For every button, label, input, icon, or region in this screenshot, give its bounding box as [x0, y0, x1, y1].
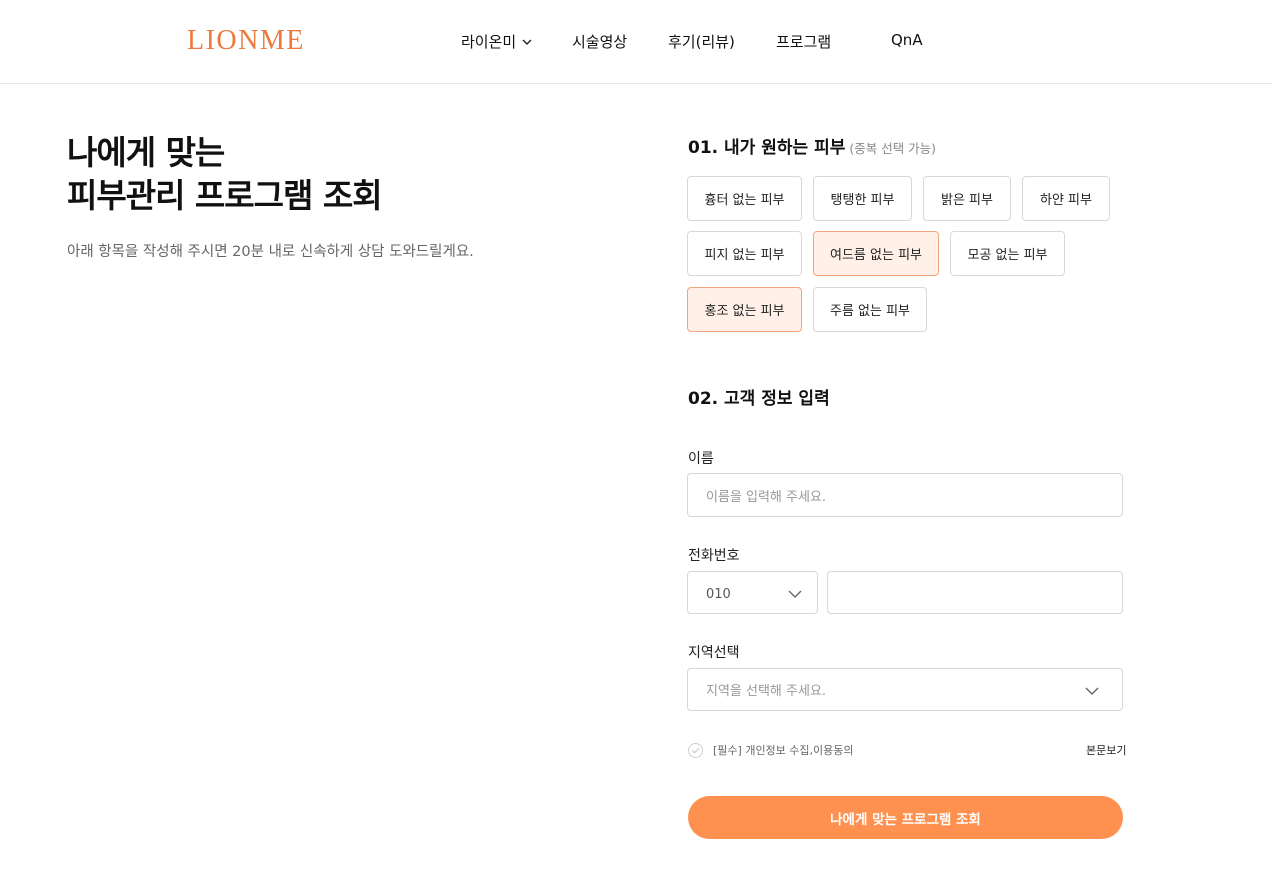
nav-item-qna[interactable]: QnA [891, 31, 923, 49]
section-skin-goals-title: 01. 내가 원하는 피부 (중복 선택 가능) [688, 133, 936, 158]
section-title-note: (중복 선택 가능) [849, 141, 937, 156]
section-customer-info-title: 02. 고객 정보 입력 [688, 389, 830, 409]
skin-option-chip[interactable]: 밝은 피부 [923, 176, 1011, 221]
chip-label: 흉터 없는 피부 [704, 193, 785, 208]
phone-prefix-value: 010 [706, 587, 731, 602]
chevron-down-icon [1085, 687, 1099, 695]
privacy-agree-text: [필수] 개인정보 수집,이용동의 [713, 744, 854, 757]
nav-item-label: QnA [891, 31, 923, 49]
nav-item-videos[interactable]: 시술영상 [572, 31, 627, 52]
submit-label: 나에게 맞는 프로그램 조회 [830, 811, 981, 828]
section-title-text: 01. 내가 원하는 피부 [688, 138, 846, 158]
nav-item-programs[interactable]: 프로그램 [776, 31, 831, 52]
nav-item-label: 후기(리뷰) [668, 33, 735, 51]
name-input[interactable]: 이름을 입력해 주세요. [687, 473, 1123, 517]
privacy-agreement-row: [필수] 개인정보 수집,이용동의 [688, 742, 854, 758]
nav-item-about[interactable]: 라이온미 [461, 31, 533, 52]
region-select[interactable]: 지역을 선택해 주세요. [687, 668, 1123, 711]
page-title-line2: 피부관리 프로그램 조회 [67, 176, 383, 215]
skin-option-chip[interactable]: 피지 없는 피부 [687, 231, 802, 276]
page-title-line1: 나에게 맞는 [67, 133, 225, 172]
chip-label: 하얀 피부 [1040, 193, 1092, 208]
region-placeholder: 지역을 선택해 주세요. [706, 684, 827, 699]
submit-program-search-button[interactable]: 나에게 맞는 프로그램 조회 [688, 796, 1123, 839]
skin-option-chip[interactable]: 탱탱한 피부 [813, 176, 912, 221]
chip-label: 밝은 피부 [941, 193, 993, 208]
phone-prefix-select[interactable]: 010 [687, 571, 818, 614]
lionme-logo[interactable]: LIONME [187, 25, 305, 57]
page-subtitle: 아래 항목을 작성해 주시면 20분 내로 신속하게 상담 도와드릴게요. [67, 244, 474, 260]
name-label: 이름 [688, 451, 714, 467]
chip-label: 홍조 없는 피부 [704, 304, 785, 319]
chevron-down-icon [522, 39, 532, 45]
skin-option-chip-selected[interactable]: 여드름 없는 피부 [813, 231, 939, 276]
check-icon [691, 747, 700, 754]
skin-option-chip[interactable]: 모공 없는 피부 [950, 231, 1065, 276]
name-placeholder: 이름을 입력해 주세요. [706, 489, 827, 505]
chip-label: 모공 없는 피부 [967, 248, 1048, 263]
skin-option-chip[interactable]: 흉터 없는 피부 [687, 176, 802, 221]
chip-label: 피지 없는 피부 [704, 248, 785, 263]
phone-number-input[interactable] [827, 571, 1123, 614]
phone-label: 전화번호 [688, 548, 740, 564]
chip-label: 여드름 없는 피부 [830, 248, 922, 263]
chevron-down-icon [788, 590, 802, 598]
region-label: 지역선택 [688, 645, 740, 661]
privacy-agree-checkbox[interactable] [688, 742, 703, 758]
chip-label: 탱탱한 피부 [830, 193, 895, 208]
chip-label: 주름 없는 피부 [829, 304, 911, 319]
nav-item-label: 라이온미 [461, 33, 517, 51]
nav-item-reviews[interactable]: 후기(리뷰) [668, 31, 735, 52]
skin-option-chip-selected[interactable]: 홍조 없는 피부 [687, 287, 802, 332]
nav-item-label: 시술영상 [572, 33, 628, 51]
skin-option-chip[interactable]: 주름 없는 피부 [813, 287, 927, 332]
site-header: LIONME 라이온미 시술영상 후기(리뷰) 프로그램 QnA [0, 0, 1272, 84]
page-title: 나에게 맞는 피부관리 프로그램 조회 [67, 131, 383, 217]
view-terms-link[interactable]: 본문보기 [1086, 742, 1126, 758]
nav-item-label: 프로그램 [776, 33, 832, 51]
skin-option-chip[interactable]: 하얀 피부 [1022, 176, 1110, 221]
